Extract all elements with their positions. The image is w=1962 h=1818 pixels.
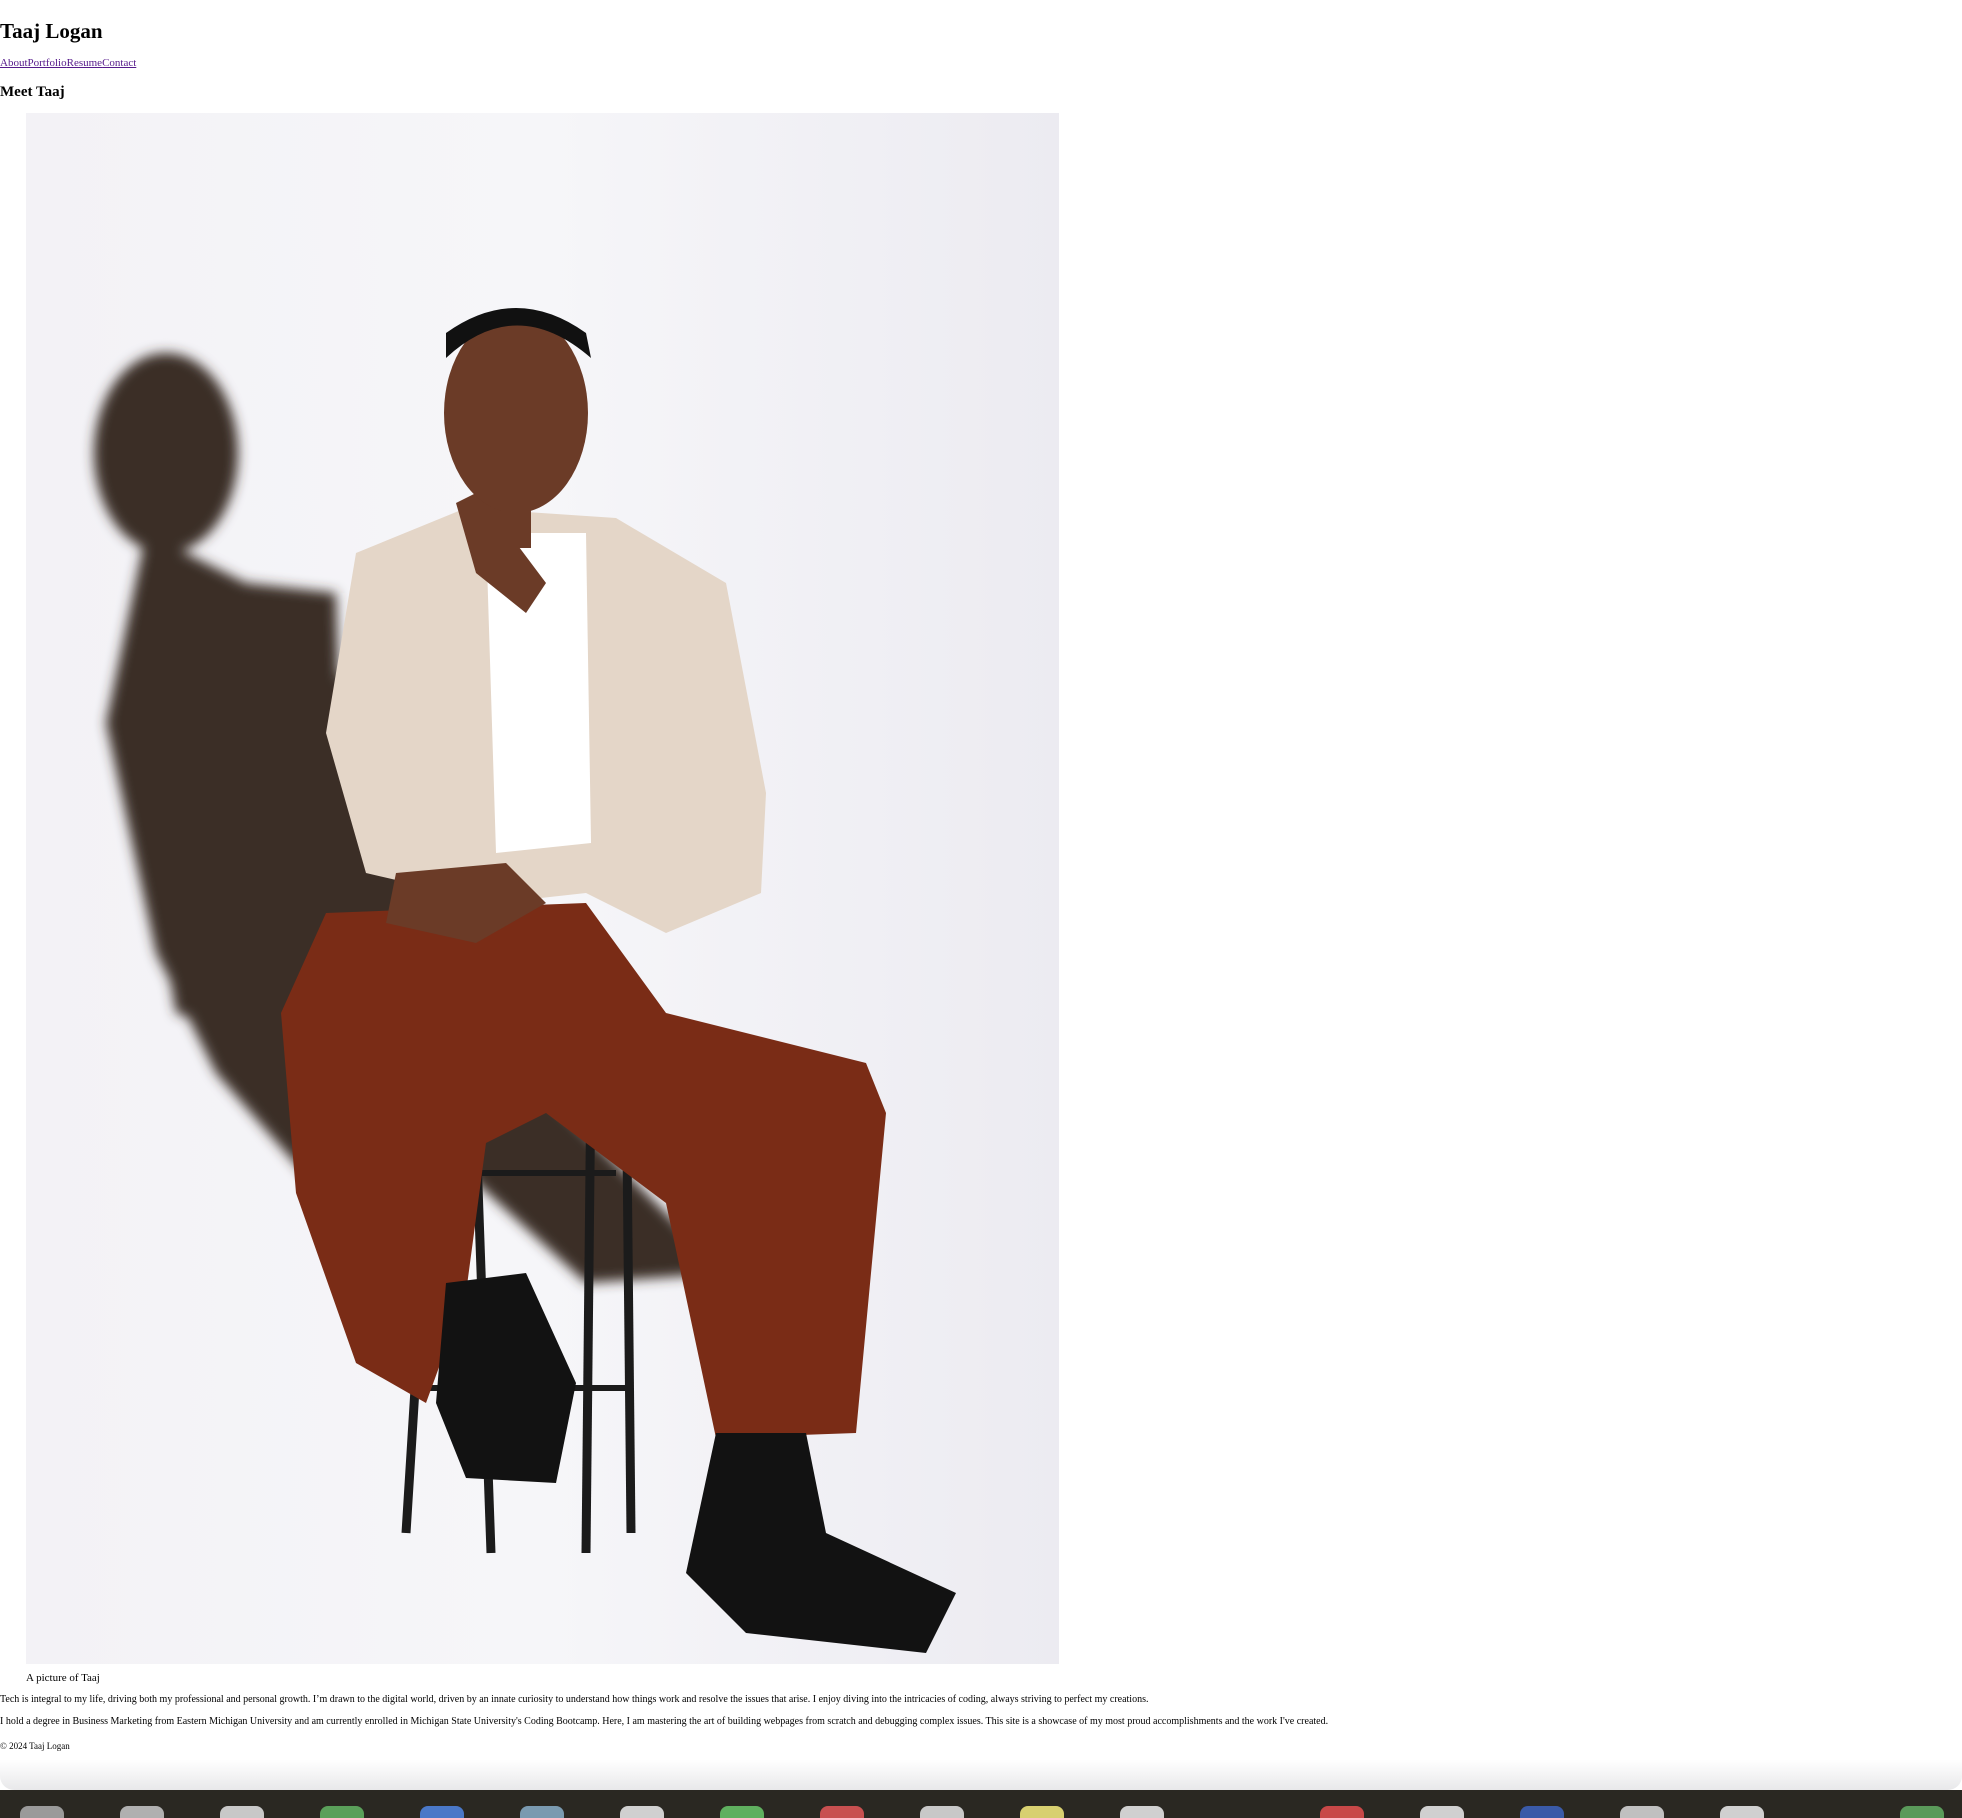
dock-icon[interactable] [1720,1806,1764,1818]
dock-icon[interactable] [820,1806,864,1818]
dock-icon[interactable] [1420,1806,1464,1818]
section-title: Meet Taaj [0,84,65,100]
nav-link-resume[interactable]: Resume [67,57,102,69]
dock-icon[interactable] [320,1806,364,1818]
photo-figure: A picture of Taaj [26,113,1059,1684]
bio-paragraph-2: I hold a degree in Business Marketing fr… [0,1716,1329,1727]
main-nav: AboutPortfolioResumeContact [0,56,136,70]
dock-icon[interactable] [1120,1806,1164,1818]
dock-icon[interactable] [920,1806,964,1818]
footer-copyright: © 2024 Taaj Logan [0,1741,70,1751]
bio-paragraph-1: Tech is integral to my life, driving bot… [0,1694,1149,1705]
portrait-photo [26,113,1059,1664]
nav-link-about[interactable]: About [0,57,28,69]
dock-icon[interactable] [220,1806,264,1818]
photo-caption: A picture of Taaj [26,1672,100,1684]
dock-icon[interactable] [1620,1806,1664,1818]
dock [0,1790,1962,1818]
dock-icon[interactable] [420,1806,464,1818]
dock-icon[interactable] [720,1806,764,1818]
dock-icon[interactable] [20,1806,64,1818]
dock-icon[interactable] [1020,1806,1064,1818]
dock-icon[interactable] [520,1806,564,1818]
dock-icon[interactable] [120,1806,164,1818]
neck [501,508,531,548]
nav-link-portfolio[interactable]: Portfolio [28,57,67,69]
dock-icon[interactable] [1520,1806,1564,1818]
dock-icon[interactable] [1320,1806,1364,1818]
nav-link-contact[interactable]: Contact [102,57,136,69]
page: Taaj Logan AboutPortfolioResumeContact M… [0,0,1962,1790]
window-bottom-edge [0,1760,1962,1790]
head [444,313,588,513]
site-title: Taaj Logan [0,19,103,43]
portrait-illustration [94,308,956,1653]
dock-icon[interactable] [620,1806,664,1818]
dock-icon[interactable] [1900,1806,1944,1818]
